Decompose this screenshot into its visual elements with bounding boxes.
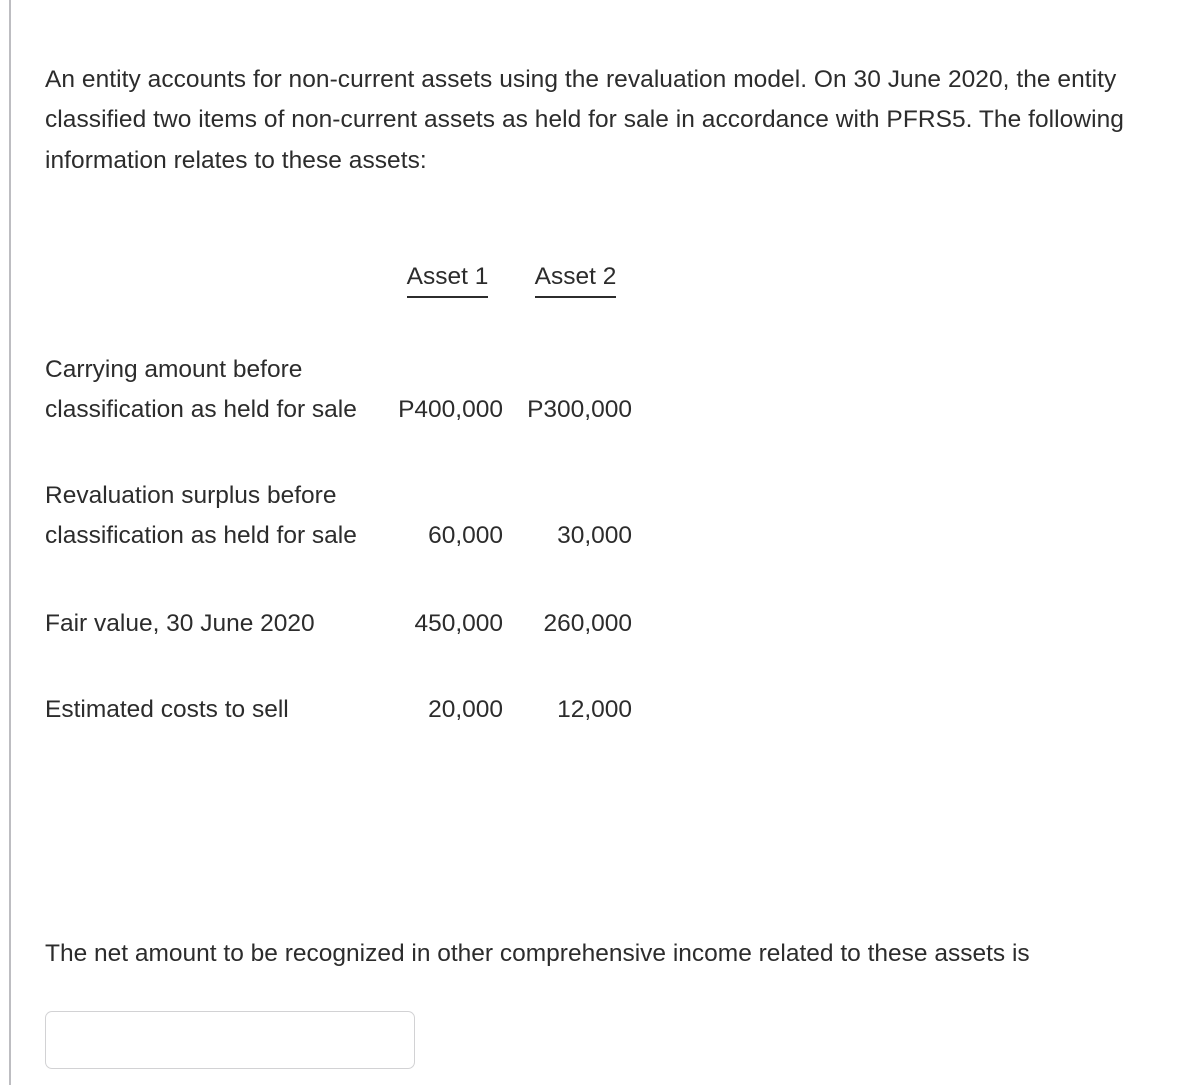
row-label-revaluation-surplus: Revaluation surplus before classificatio… bbox=[45, 482, 357, 549]
table-header: Asset 1 Asset 2 bbox=[45, 252, 648, 304]
row-value-carrying-amount-asset-1: P400,000 bbox=[398, 396, 503, 423]
table: Asset 1 Asset 2 Carrying amount before c… bbox=[45, 252, 648, 730]
row-value-carrying-amount-asset-2: P300,000 bbox=[527, 396, 632, 423]
row-value-revaluation-surplus-asset-1: 60,000 bbox=[428, 522, 503, 549]
column-header-blank bbox=[45, 252, 392, 304]
question-page: An entity accounts for non-current asset… bbox=[0, 0, 1200, 1085]
row-label-carrying-amount: Carrying amount before classification as… bbox=[45, 356, 357, 423]
question-prompt: The net amount to be recognized in other… bbox=[45, 939, 1030, 967]
asset-data-table: Asset 1 Asset 2 Carrying amount before c… bbox=[45, 252, 665, 730]
column-header-asset-2: Asset 2 bbox=[503, 252, 648, 304]
column-header-asset-1-label: Asset 1 bbox=[406, 260, 489, 298]
table-body: Carrying amount before classification as… bbox=[45, 304, 648, 730]
answer-input[interactable] bbox=[45, 1011, 415, 1069]
row-value-estimated-costs-asset-1: 20,000 bbox=[428, 696, 503, 723]
column-header-asset-2-label: Asset 2 bbox=[534, 260, 617, 298]
table-row: Revaluation surplus before classificatio… bbox=[45, 430, 648, 556]
row-value-fair-value-asset-1: 450,000 bbox=[414, 610, 503, 637]
column-header-asset-1: Asset 1 bbox=[392, 252, 503, 304]
table-row: Fair value, 30 June 2020 450,000 260,000 bbox=[45, 556, 648, 644]
left-margin-rule bbox=[9, 0, 11, 1085]
row-label-fair-value: Fair value, 30 June 2020 bbox=[45, 610, 315, 637]
table-header-row: Asset 1 Asset 2 bbox=[45, 252, 648, 304]
row-value-fair-value-asset-2: 260,000 bbox=[543, 610, 632, 637]
row-value-estimated-costs-asset-2: 12,000 bbox=[557, 696, 632, 723]
row-label-estimated-costs-to-sell: Estimated costs to sell bbox=[45, 696, 289, 723]
table-row: Estimated costs to sell 20,000 12,000 bbox=[45, 644, 648, 730]
intro-paragraph: An entity accounts for non-current asset… bbox=[45, 65, 1124, 174]
table-row: Carrying amount before classification as… bbox=[45, 304, 648, 430]
row-value-revaluation-surplus-asset-2: 30,000 bbox=[557, 522, 632, 549]
